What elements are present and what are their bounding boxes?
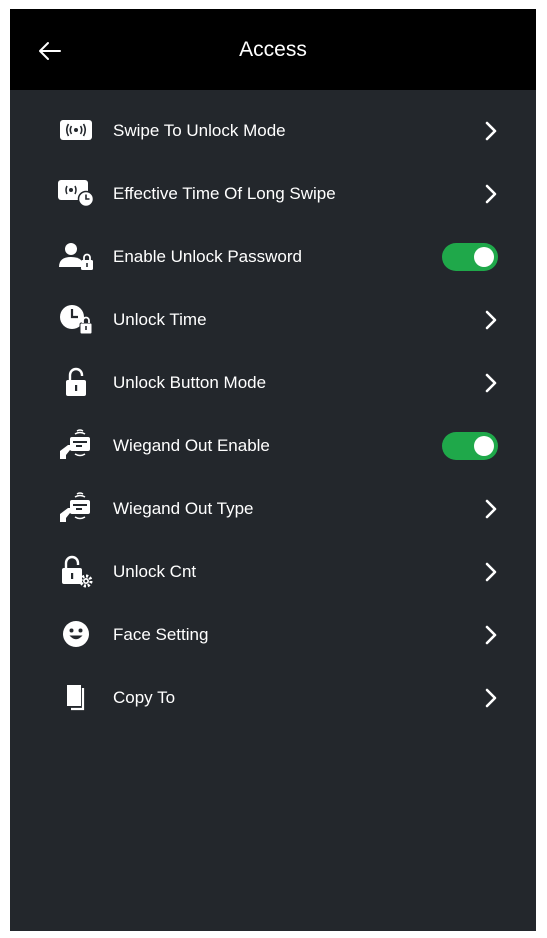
unlock-cnt-item[interactable]: Unlock Cnt	[10, 540, 536, 603]
unlock-button-mode-item[interactable]: Unlock Button Mode	[10, 351, 536, 414]
item-label: Effective Time Of Long Swipe	[113, 184, 336, 203]
item-label: Enable Unlock Password	[113, 247, 302, 266]
item-label: Copy To	[113, 688, 176, 707]
card-swipe-icon	[56, 113, 96, 147]
chevron-right-icon	[485, 688, 497, 708]
toggle-knob	[474, 247, 494, 267]
item-label: Wiegand Out Type	[113, 499, 254, 518]
enable-unlock-password-item: Enable Unlock Password	[10, 225, 536, 288]
padlock-open-icon	[56, 365, 96, 399]
face-setting-item[interactable]: Face Setting	[10, 603, 536, 666]
item-label: Swipe To Unlock Mode	[113, 121, 286, 140]
chevron-right-icon	[485, 499, 497, 519]
item-label: Face Setting	[113, 625, 209, 644]
swipe-to-unlock-mode-item[interactable]: Swipe To Unlock Mode	[10, 99, 536, 162]
header-bar: Access	[10, 9, 536, 90]
wiegand-card-icon	[56, 491, 96, 525]
item-label: Unlock Button Mode	[113, 373, 267, 392]
item-label: Unlock Time	[113, 310, 207, 329]
settings-list: Swipe To Unlock Mode Effective Time Of L…	[10, 99, 536, 729]
wiegand-card-icon	[56, 428, 96, 462]
chevron-right-icon	[485, 373, 497, 393]
chevron-right-icon	[485, 184, 497, 204]
face-icon	[56, 617, 96, 651]
effective-time-long-swipe-item[interactable]: Effective Time Of Long Swipe	[10, 162, 536, 225]
chevron-right-icon	[485, 310, 497, 330]
user-lock-icon	[56, 239, 96, 273]
page-title: Access	[239, 38, 307, 61]
card-swipe-clock-icon	[56, 176, 96, 210]
unlock-time-item[interactable]: Unlock Time	[10, 288, 536, 351]
chevron-right-icon	[485, 625, 497, 645]
item-label: Wiegand Out Enable	[113, 436, 270, 455]
chevron-right-icon	[485, 121, 497, 141]
item-label: Unlock Cnt	[113, 562, 197, 581]
copy-icon	[56, 680, 96, 714]
unlock-password-toggle[interactable]	[442, 243, 498, 271]
toggle-knob	[474, 436, 494, 456]
wiegand-out-enable-item: Wiegand Out Enable	[10, 414, 536, 477]
access-screen: Access Swipe To Unlock Mode Effective Ti…	[10, 9, 536, 931]
clock-lock-icon	[56, 302, 96, 336]
lock-gear-icon	[56, 554, 96, 588]
wiegand-out-toggle[interactable]	[442, 432, 498, 460]
wiegand-out-type-item[interactable]: Wiegand Out Type	[10, 477, 536, 540]
chevron-right-icon	[485, 562, 497, 582]
copy-to-item[interactable]: Copy To	[10, 666, 536, 729]
